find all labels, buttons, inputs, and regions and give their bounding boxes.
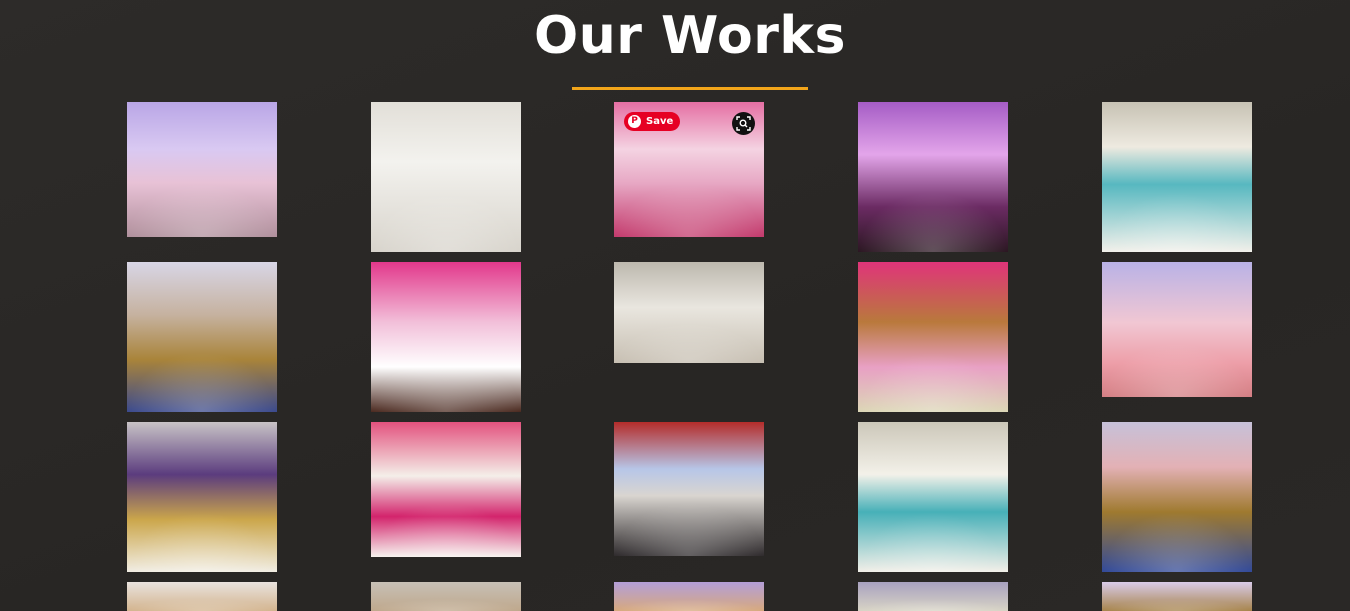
gallery-image[interactable] (858, 422, 1008, 572)
visual-search-button[interactable] (732, 112, 755, 135)
pinterest-save-label: Save (646, 116, 674, 127)
gallery-image[interactable] (614, 582, 764, 611)
gallery-image[interactable] (858, 102, 1008, 252)
gallery-image[interactable] (127, 582, 277, 611)
gallery-image[interactable] (1102, 102, 1252, 252)
visual-search-icon (736, 116, 751, 131)
gallery-grid: P Save (0, 0, 1350, 611)
gallery-image[interactable]: P Save (614, 102, 764, 237)
pinterest-save-button[interactable]: P Save (624, 112, 681, 131)
gallery-image[interactable] (127, 422, 277, 572)
gallery-image[interactable] (1102, 582, 1252, 611)
pinterest-icon: P (628, 115, 641, 128)
our-works-section: Our Works P Save (0, 0, 1350, 611)
gallery-image[interactable] (614, 422, 764, 556)
gallery-image[interactable] (127, 262, 277, 412)
gallery-image[interactable] (127, 102, 277, 237)
gallery-image[interactable] (614, 262, 764, 363)
gallery-image[interactable] (371, 582, 521, 611)
gallery-image[interactable] (1102, 262, 1252, 397)
gallery-image[interactable] (371, 102, 521, 252)
gallery-image[interactable] (1102, 422, 1252, 572)
gallery-image[interactable] (371, 422, 521, 557)
gallery-image[interactable] (371, 262, 521, 412)
gallery-image[interactable] (858, 582, 1008, 611)
gallery-image[interactable] (858, 262, 1008, 412)
